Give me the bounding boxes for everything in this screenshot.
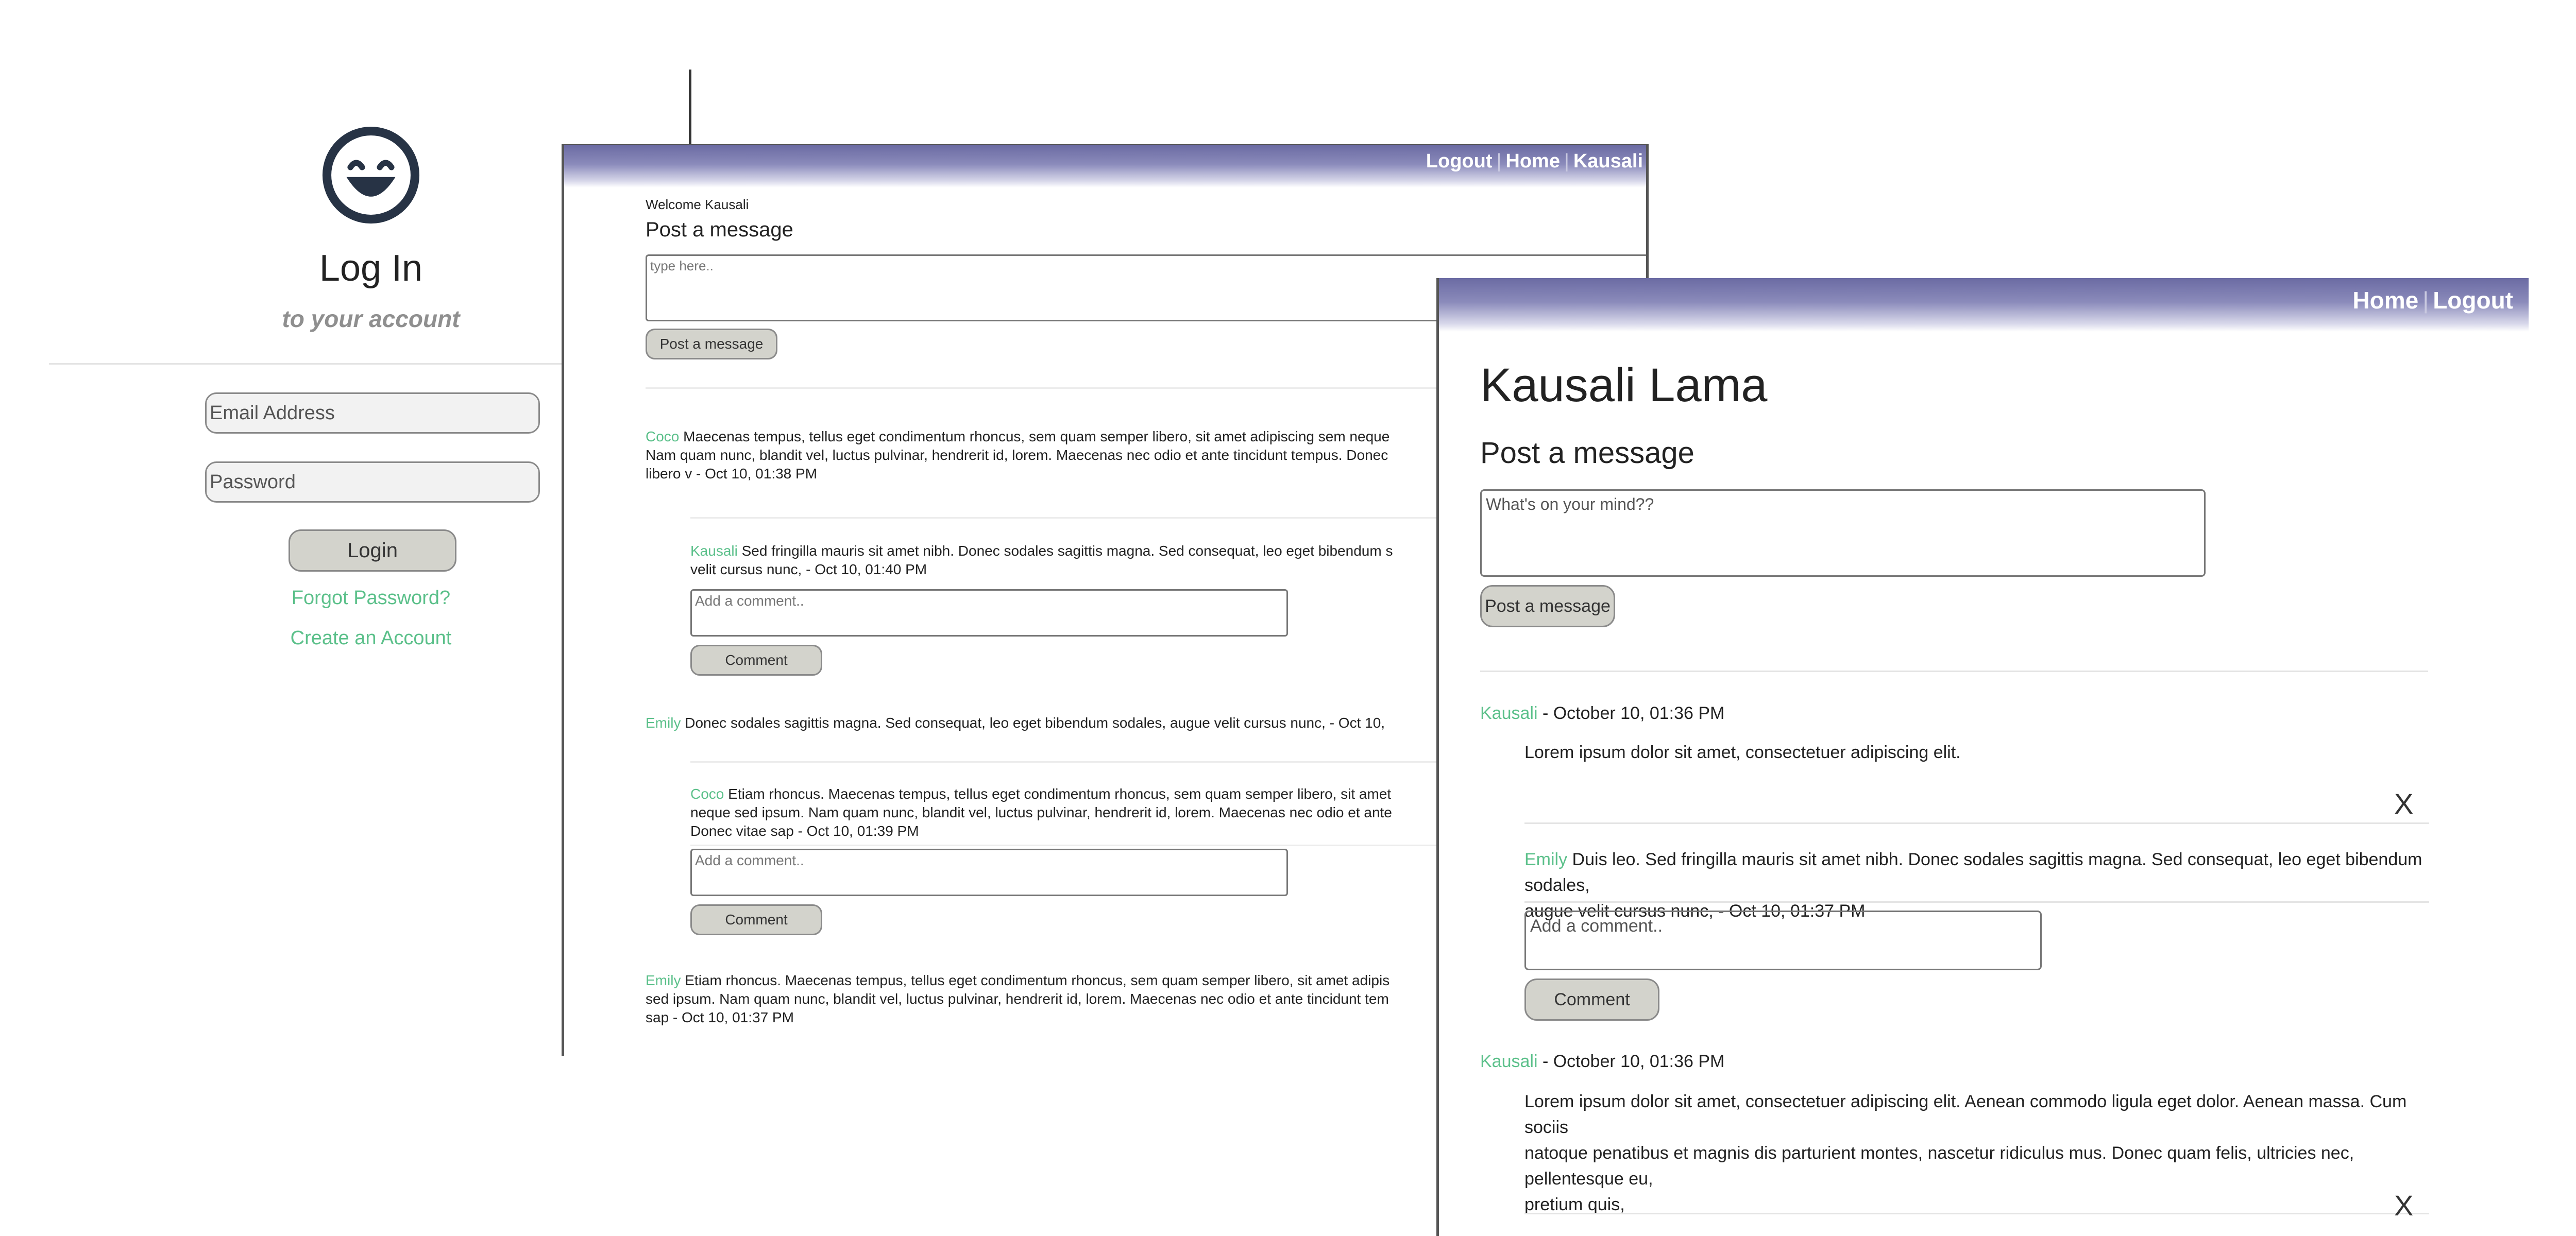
- post-text: Lorem ipsum dolor sit amet, consectetuer…: [1524, 1092, 2407, 1137]
- message-text: Maecenas tempus, tellus eget condimentum…: [679, 428, 1390, 444]
- login-panel: Log In to your account Email Address Pas…: [0, 0, 567, 670]
- post-text: Lorem ipsum dolor sit amet, consectetuer…: [1524, 743, 1961, 762]
- smiley-logo-icon: [322, 126, 420, 224]
- nav-user-link[interactable]: Kausali: [1573, 150, 1643, 172]
- message-author[interactable]: Emily: [646, 715, 681, 731]
- email-input[interactable]: Email Address: [205, 392, 540, 434]
- post-text: natoque penatibus et magnis dis parturie…: [1524, 1143, 2354, 1189]
- post-author[interactable]: Kausali: [1480, 1052, 1538, 1071]
- feed-nav: Logout | Home | Kausali: [1426, 150, 1643, 173]
- post-timestamp: - October 10, 01:36 PM: [1537, 703, 1725, 723]
- divider: [1524, 1213, 2429, 1214]
- post-body: Lorem ipsum dolor sit amet, consectetuer…: [1524, 740, 2442, 765]
- post-header: Kausali - October 10, 01:36 PM: [1480, 1049, 2438, 1074]
- comment-text: Sed fringilla mauris sit amet nibh. Done…: [737, 543, 1393, 559]
- comment-author[interactable]: Coco: [690, 786, 724, 802]
- nav-separator: |: [2422, 287, 2429, 314]
- delete-post-close-icon[interactable]: X: [2394, 1189, 2413, 1222]
- comment-author[interactable]: Emily: [1524, 850, 1567, 869]
- profile-name: Kausali Lama: [1480, 359, 1768, 411]
- comment-author[interactable]: Kausali: [690, 543, 738, 559]
- comment-input[interactable]: Add a comment..: [1524, 911, 2042, 970]
- message-textarea[interactable]: What's on your mind??: [1480, 489, 2206, 577]
- nav-separator: |: [1564, 150, 1569, 172]
- post-message-button[interactable]: Post a message: [646, 329, 777, 359]
- post-title: Post a message: [646, 218, 793, 241]
- post-timestamp: - October 10, 01:36 PM: [1537, 1052, 1725, 1071]
- login-subtitle: to your account: [282, 305, 460, 332]
- message-author[interactable]: Emily: [646, 972, 681, 988]
- profile-nav: Home | Logout: [2352, 286, 2513, 314]
- post-title: Post a message: [1480, 436, 1694, 470]
- comment-button[interactable]: Comment: [1524, 978, 1659, 1021]
- divider-line: [689, 70, 691, 146]
- login-title: Log In: [319, 248, 423, 289]
- comment-button[interactable]: Comment: [690, 645, 822, 676]
- post-author[interactable]: Kausali: [1480, 703, 1538, 723]
- profile-header: Home | Logout: [1439, 278, 2529, 332]
- comment-text: Duis leo. Sed fringilla mauris sit amet …: [1524, 850, 2422, 895]
- post-body: Lorem ipsum dolor sit amet, consectetuer…: [1524, 1089, 2452, 1217]
- feed-header: Logout | Home | Kausali: [564, 145, 1646, 187]
- login-button[interactable]: Login: [289, 529, 456, 572]
- message-author[interactable]: Coco: [646, 428, 679, 444]
- nav-separator: |: [1496, 150, 1502, 172]
- password-input[interactable]: Password: [205, 461, 540, 503]
- message-text: Donec sodales sagittis magna. Sed conseq…: [681, 715, 1385, 731]
- nav-home-link[interactable]: Home: [2352, 287, 2418, 314]
- comment-input[interactable]: Add a comment..: [690, 589, 1288, 637]
- post-message-button[interactable]: Post a message: [1480, 585, 1615, 627]
- divider: [1524, 901, 2429, 903]
- create-account-link[interactable]: Create an Account: [216, 627, 526, 649]
- comment-input[interactable]: Add a comment..: [690, 849, 1288, 896]
- nav-home-link[interactable]: Home: [1505, 150, 1560, 172]
- login-divider: [49, 363, 564, 365]
- comment-text: Etiam rhoncus. Maecenas tempus, tellus e…: [724, 786, 1392, 802]
- post-header: Kausali - October 10, 01:36 PM: [1480, 700, 2438, 726]
- divider: [1480, 671, 2428, 672]
- nav-logout-link[interactable]: Logout: [1426, 150, 1493, 172]
- divider: [1524, 822, 2429, 824]
- profile-window: Home | Logout Kausali Lama Post a message …: [1436, 278, 2529, 1236]
- comment-button[interactable]: Comment: [690, 904, 822, 935]
- forgot-password-link[interactable]: Forgot Password?: [216, 587, 526, 609]
- message-text: Etiam rhoncus. Maecenas tempus, tellus e…: [681, 972, 1390, 988]
- delete-post-close-icon[interactable]: X: [2394, 787, 2413, 820]
- nav-logout-link[interactable]: Logout: [2433, 287, 2513, 314]
- welcome-text: Welcome Kausali: [646, 197, 749, 212]
